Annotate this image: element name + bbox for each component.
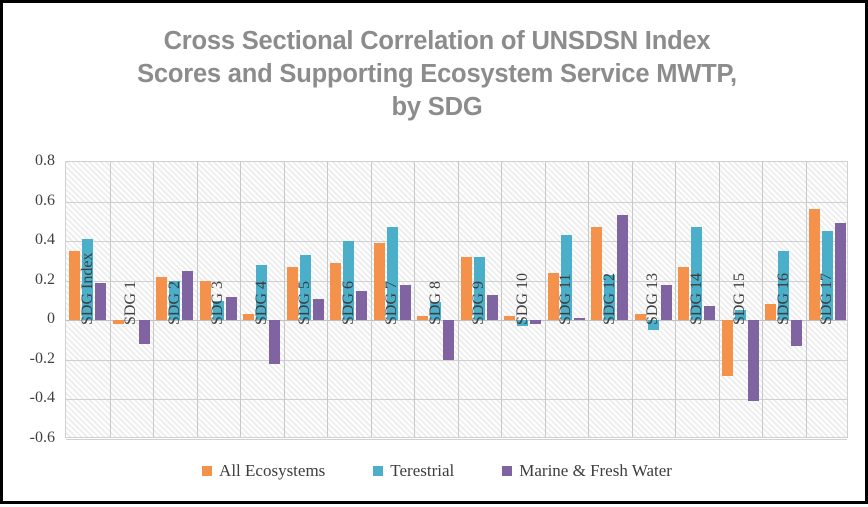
bar (399, 284, 411, 321)
legend-swatch-icon (502, 466, 513, 476)
x-axis-tick-label: SDG 17 (818, 272, 836, 325)
category-group: SDG 6 (327, 162, 371, 437)
category-group: SDG 16 (762, 162, 806, 437)
category-group: SDG 11 (545, 162, 589, 437)
x-axis-tick-label: SDG 2 (165, 280, 183, 325)
chart-title-line-2: by SDG (391, 93, 483, 121)
x-axis-tick-label: SDG 11 (557, 273, 575, 325)
category-group: SDG 12 (588, 162, 632, 437)
bar (486, 294, 498, 321)
legend-swatch-icon (202, 466, 213, 476)
y-axis: 0.8 0.6 0.4 0.2 0 -0.2 -0.4 -0.6 (3, 3, 65, 507)
category-group: SDG 8 (414, 162, 458, 437)
bar (225, 296, 237, 321)
bar (443, 320, 455, 360)
bar (312, 298, 324, 321)
x-axis-tick-label: SDG 8 (426, 280, 444, 325)
category-group: SDG 9 (458, 162, 502, 437)
legend-label: Marine & Fresh Water (519, 461, 672, 480)
bar (834, 223, 846, 321)
gridline-horizontal (66, 439, 847, 440)
x-axis-tick-label: SDG 16 (774, 272, 792, 325)
x-axis-tick-label: SDG 6 (339, 280, 357, 325)
category-group: SDG Index (66, 162, 110, 437)
x-axis-tick-label: SDG 9 (470, 280, 488, 325)
x-axis-tick-label: SDG 5 (296, 280, 314, 325)
category-group: SDG 17 (806, 162, 850, 437)
category-group: SDG 5 (284, 162, 328, 437)
category-group: SDG 4 (240, 162, 284, 437)
chart-title-line-0: Cross Sectional Correlation of UNSDSN In… (163, 27, 711, 55)
category-group: SDG 10 (501, 162, 545, 437)
category-group: SDG 7 (371, 162, 415, 437)
x-axis-tick-label: SDG 1 (122, 280, 140, 325)
x-axis-tick-label: SDG 3 (209, 280, 227, 325)
x-axis-tick-label: SDG Index (78, 252, 96, 325)
y-axis-tick-label: 0.6 (35, 191, 55, 209)
bar (721, 320, 733, 376)
bar (660, 284, 672, 321)
x-axis-tick-label: SDG 14 (687, 272, 705, 325)
legend-item: Terestrial (373, 461, 454, 481)
category-group: SDG 2 (153, 162, 197, 437)
y-axis-tick-label: 0.2 (35, 270, 55, 288)
x-axis-tick-label: SDG 4 (252, 280, 270, 325)
chart-title-line-1: Scores and Supporting Ecosystem Service … (137, 60, 737, 88)
legend-label: Terestrial (390, 461, 455, 480)
legend-item: All Ecosystems (202, 461, 325, 481)
legend-label: All Ecosystems (219, 461, 326, 480)
y-axis-tick-label: 0.4 (35, 231, 55, 249)
chart-legend: All Ecosystems Terestrial Marine & Fresh W… (3, 461, 868, 481)
bar (573, 318, 585, 321)
x-axis-tick-label: SDG 13 (644, 272, 662, 325)
category-group: SDG 1 (110, 162, 154, 437)
y-axis-tick-label: -0.2 (29, 349, 55, 367)
x-axis-tick-label: SDG 12 (600, 272, 618, 325)
chart-container: Cross Sectional Correlation of UNSDSN In… (0, 0, 868, 504)
plot-area: SDG Index SDG 1 SDG 2 SDG 3 SDG 4 SDG 5 SDG 6 S… (65, 161, 850, 440)
category-group: SDG 14 (675, 162, 719, 437)
y-axis-tick-label: 0.8 (35, 152, 55, 169)
x-axis-tick-label: SDG 10 (513, 272, 531, 325)
y-axis-tick-label: -0.4 (29, 389, 55, 407)
x-axis-tick-label: SDG 15 (731, 272, 749, 325)
bar (138, 320, 150, 345)
legend-item: Marine & Fresh Water (502, 461, 672, 481)
bar (269, 320, 281, 364)
bar (747, 320, 759, 402)
category-group: SDG 15 (719, 162, 763, 437)
category-group: SDG 13 (632, 162, 676, 437)
y-axis-tick-label: -0.6 (29, 429, 55, 446)
legend-swatch-icon (373, 466, 384, 476)
chart-title: Cross Sectional Correlation of UNSDSN In… (93, 25, 781, 124)
category-group: SDG 3 (197, 162, 241, 437)
x-axis-tick-label: SDG 7 (383, 280, 401, 325)
y-axis-tick-label: 0 (47, 310, 55, 328)
